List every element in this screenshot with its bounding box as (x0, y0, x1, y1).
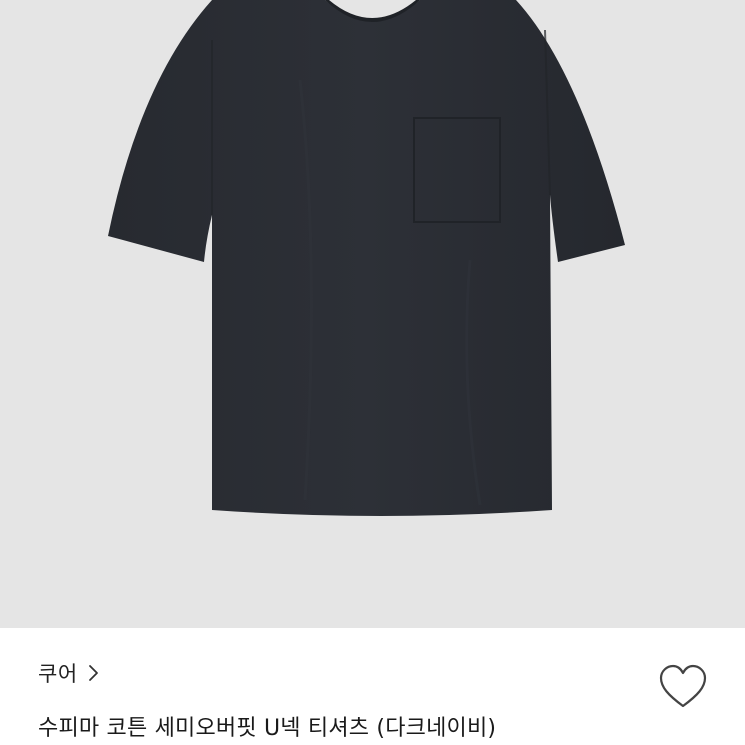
t-shirt-illustration (108, 0, 625, 516)
brand-link[interactable]: 쿠어 (38, 658, 100, 688)
t-shirt-body (108, 0, 625, 516)
product-image[interactable] (0, 0, 745, 628)
chevron-right-icon[interactable] (88, 663, 100, 683)
like-button[interactable] (658, 664, 708, 710)
product-title: 수피마 코튼 세미오버핏 U넥 티셔츠 (다크네이비) (38, 716, 497, 741)
brand-name[interactable]: 쿠어 (38, 658, 78, 688)
heart-outline-icon[interactable] (658, 664, 708, 710)
product-info: 쿠어 수피마 코튼 세미오버핏 U넥 티셔츠 (다크네이비) (0, 628, 745, 745)
